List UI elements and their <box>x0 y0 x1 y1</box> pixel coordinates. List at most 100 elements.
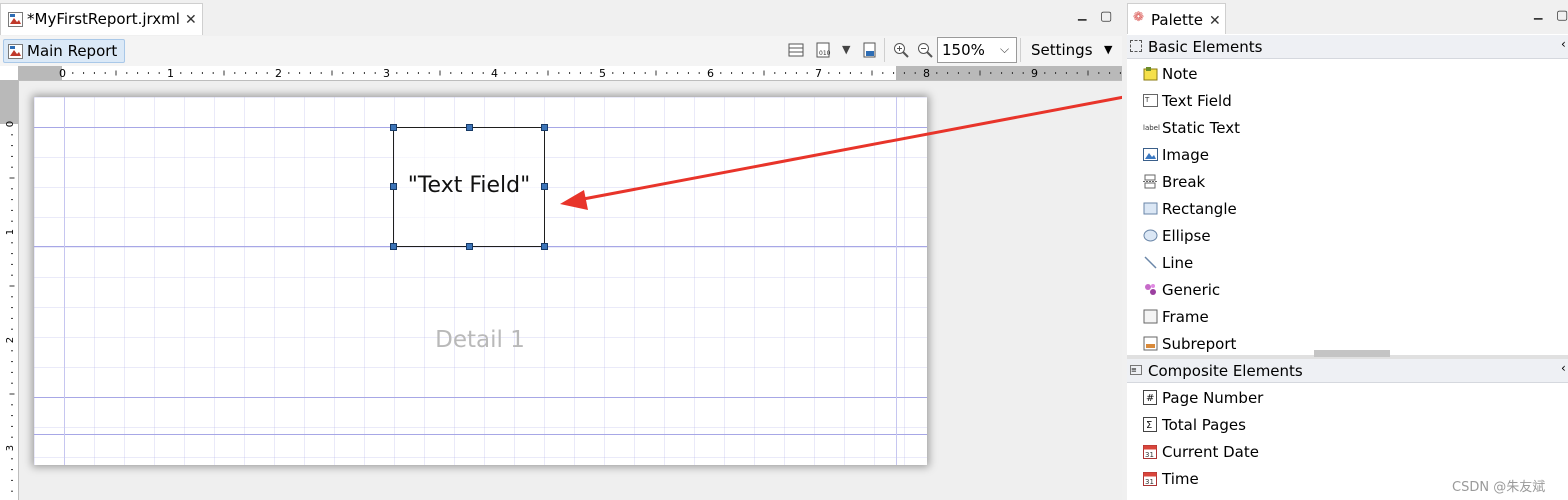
palette-item-label: Image <box>1162 146 1209 164</box>
palette-scrollbar[interactable] <box>1314 350 1390 357</box>
palette-item-label: Text Field <box>1162 92 1232 110</box>
page-number-icon: # <box>1143 390 1158 405</box>
palette-item-image[interactable]: Image <box>1143 142 1543 169</box>
palette-item-break[interactable]: Break <box>1143 169 1543 196</box>
minimize-icon[interactable]: ▁ <box>1534 7 1542 20</box>
resize-handle[interactable] <box>466 243 473 250</box>
resize-handle[interactable] <box>390 183 397 190</box>
palette-item-label: Line <box>1162 254 1194 272</box>
main-report-button[interactable]: Main Report <box>3 39 125 63</box>
ruler-ticks: 0 1 2 3 <box>5 121 16 492</box>
palette-item-label: Subreport <box>1162 335 1237 353</box>
basic-elements-header[interactable]: Basic Elements ‹ <box>1127 35 1568 59</box>
maximize-icon[interactable]: ▢ <box>1556 8 1568 23</box>
svg-text:label: label <box>1143 124 1160 132</box>
dropdown-arrow-icon[interactable]: ▼ <box>1104 43 1112 56</box>
text-field-element[interactable]: "Text Field" <box>393 127 545 247</box>
ruler-number: 4 <box>491 67 498 80</box>
report-file-icon <box>8 12 23 27</box>
ruler-number: 2 <box>275 67 282 80</box>
main-report-label: Main Report <box>27 42 118 60</box>
palette-item-note[interactable]: Note <box>1143 61 1543 88</box>
rectangle-icon <box>1143 201 1158 216</box>
dataset-icon[interactable]: 010 <box>816 42 832 58</box>
palette-item-label: Ellipse <box>1162 227 1211 245</box>
report-icon <box>8 44 23 59</box>
resize-handle[interactable] <box>541 243 548 250</box>
zoom-in-icon[interactable] <box>893 42 909 58</box>
palette-item-current-date[interactable]: 31 Current Date <box>1143 439 1543 466</box>
total-pages-icon: Σ <box>1143 417 1158 432</box>
svg-text:#: # <box>1146 393 1154 404</box>
frame-icon <box>1143 309 1158 324</box>
ruler-number: 1 <box>5 229 16 235</box>
svg-text:010: 010 <box>819 50 831 57</box>
palette-item-label: Static Text <box>1162 119 1240 137</box>
palette-item-line[interactable]: Line <box>1143 250 1543 277</box>
calendar-icon: 31 <box>1143 471 1158 486</box>
text-field-expression: "Text Field" <box>407 173 531 198</box>
palette-item-label: Page Number <box>1162 389 1264 407</box>
ruler-number: 5 <box>599 67 606 80</box>
palette-item-rectangle[interactable]: Rectangle <box>1143 196 1543 223</box>
palette-item-label: Frame <box>1162 308 1209 326</box>
band-layout-icon[interactable] <box>788 42 804 58</box>
resize-handle[interactable] <box>541 124 548 131</box>
zoom-out-icon[interactable] <box>917 42 933 58</box>
settings-label: Settings <box>1031 41 1093 59</box>
palette-item-generic[interactable]: Generic <box>1143 277 1543 304</box>
ruler-number: 1 <box>167 67 174 80</box>
chevron-left-icon[interactable]: ‹ <box>1561 37 1566 51</box>
settings-button[interactable]: Settings ▼ <box>1020 37 1120 63</box>
palette-tab[interactable]: ❁ Palette ✕ <box>1127 3 1226 34</box>
editor-tab[interactable]: *MyFirstReport.jrxml ✕ <box>0 3 203 35</box>
palette-item-total-pages[interactable]: Σ Total Pages <box>1143 412 1543 439</box>
resize-handle[interactable] <box>390 124 397 131</box>
close-icon[interactable]: ✕ <box>1209 13 1221 29</box>
composite-elements-header[interactable]: ≡ Composite Elements ‹ <box>1127 359 1568 383</box>
ruler-number: 7 <box>815 67 822 80</box>
break-icon <box>1143 174 1158 189</box>
minimize-icon[interactable]: ▁ <box>1078 8 1086 21</box>
resize-handle[interactable] <box>390 243 397 250</box>
svg-text:Σ: Σ <box>1146 420 1152 431</box>
horizontal-ruler: 0 1 2 3 4 5 6 7 8 9 <box>18 66 1122 81</box>
chevron-left-icon[interactable]: ‹ <box>1561 361 1566 375</box>
zoom-combo[interactable]: 150% ⌵ <box>937 37 1017 63</box>
palette-icon: ❁ <box>1133 10 1144 25</box>
dropdown-arrow-icon[interactable]: ▼ <box>842 43 850 56</box>
ruler-number: 3 <box>5 445 16 451</box>
preview-icon[interactable] <box>862 42 878 58</box>
ruler-number: 8 <box>923 67 930 80</box>
ruler-number: 9 <box>1031 67 1038 80</box>
resize-handle[interactable] <box>466 124 473 131</box>
editor-tab-label: *MyFirstReport.jrxml <box>27 10 180 28</box>
subreport-icon <box>1143 336 1158 351</box>
band-separator <box>34 434 927 435</box>
image-icon <box>1143 147 1158 162</box>
composite-elements-label: Composite Elements <box>1148 362 1303 380</box>
static-text-icon: label <box>1143 120 1160 135</box>
zoom-value: 150% <box>942 41 985 59</box>
toolbar-separator <box>884 38 885 62</box>
close-icon[interactable]: ✕ <box>185 12 197 28</box>
palette-item-text-field[interactable]: T Text Field <box>1143 88 1543 115</box>
palette-item-label: Rectangle <box>1162 200 1237 218</box>
palette-item-frame[interactable]: Frame <box>1143 304 1543 331</box>
palette-item-label: Current Date <box>1162 443 1259 461</box>
palette-item-label: Total Pages <box>1162 416 1246 434</box>
palette-item-label: Generic <box>1162 281 1221 299</box>
palette-item-page-number[interactable]: # Page Number <box>1143 385 1543 412</box>
ruler-number: 0 <box>5 121 16 127</box>
svg-text:T: T <box>1144 96 1150 104</box>
palette-item-ellipse[interactable]: Ellipse <box>1143 223 1543 250</box>
basic-elements-label: Basic Elements <box>1148 38 1263 56</box>
resize-handle[interactable] <box>541 183 548 190</box>
palette-item-static-text[interactable]: label Static Text <box>1143 115 1543 142</box>
chevron-down-icon[interactable]: ⌵ <box>1000 42 1009 57</box>
palette-item-label: Break <box>1162 173 1206 191</box>
maximize-icon[interactable]: ▢ <box>1100 9 1112 24</box>
ruler-ticks: 0 1 2 3 4 5 6 7 8 9 <box>59 67 1121 80</box>
ruler-number: 3 <box>383 67 390 80</box>
watermark: CSDN @朱友斌 <box>1452 480 1546 495</box>
